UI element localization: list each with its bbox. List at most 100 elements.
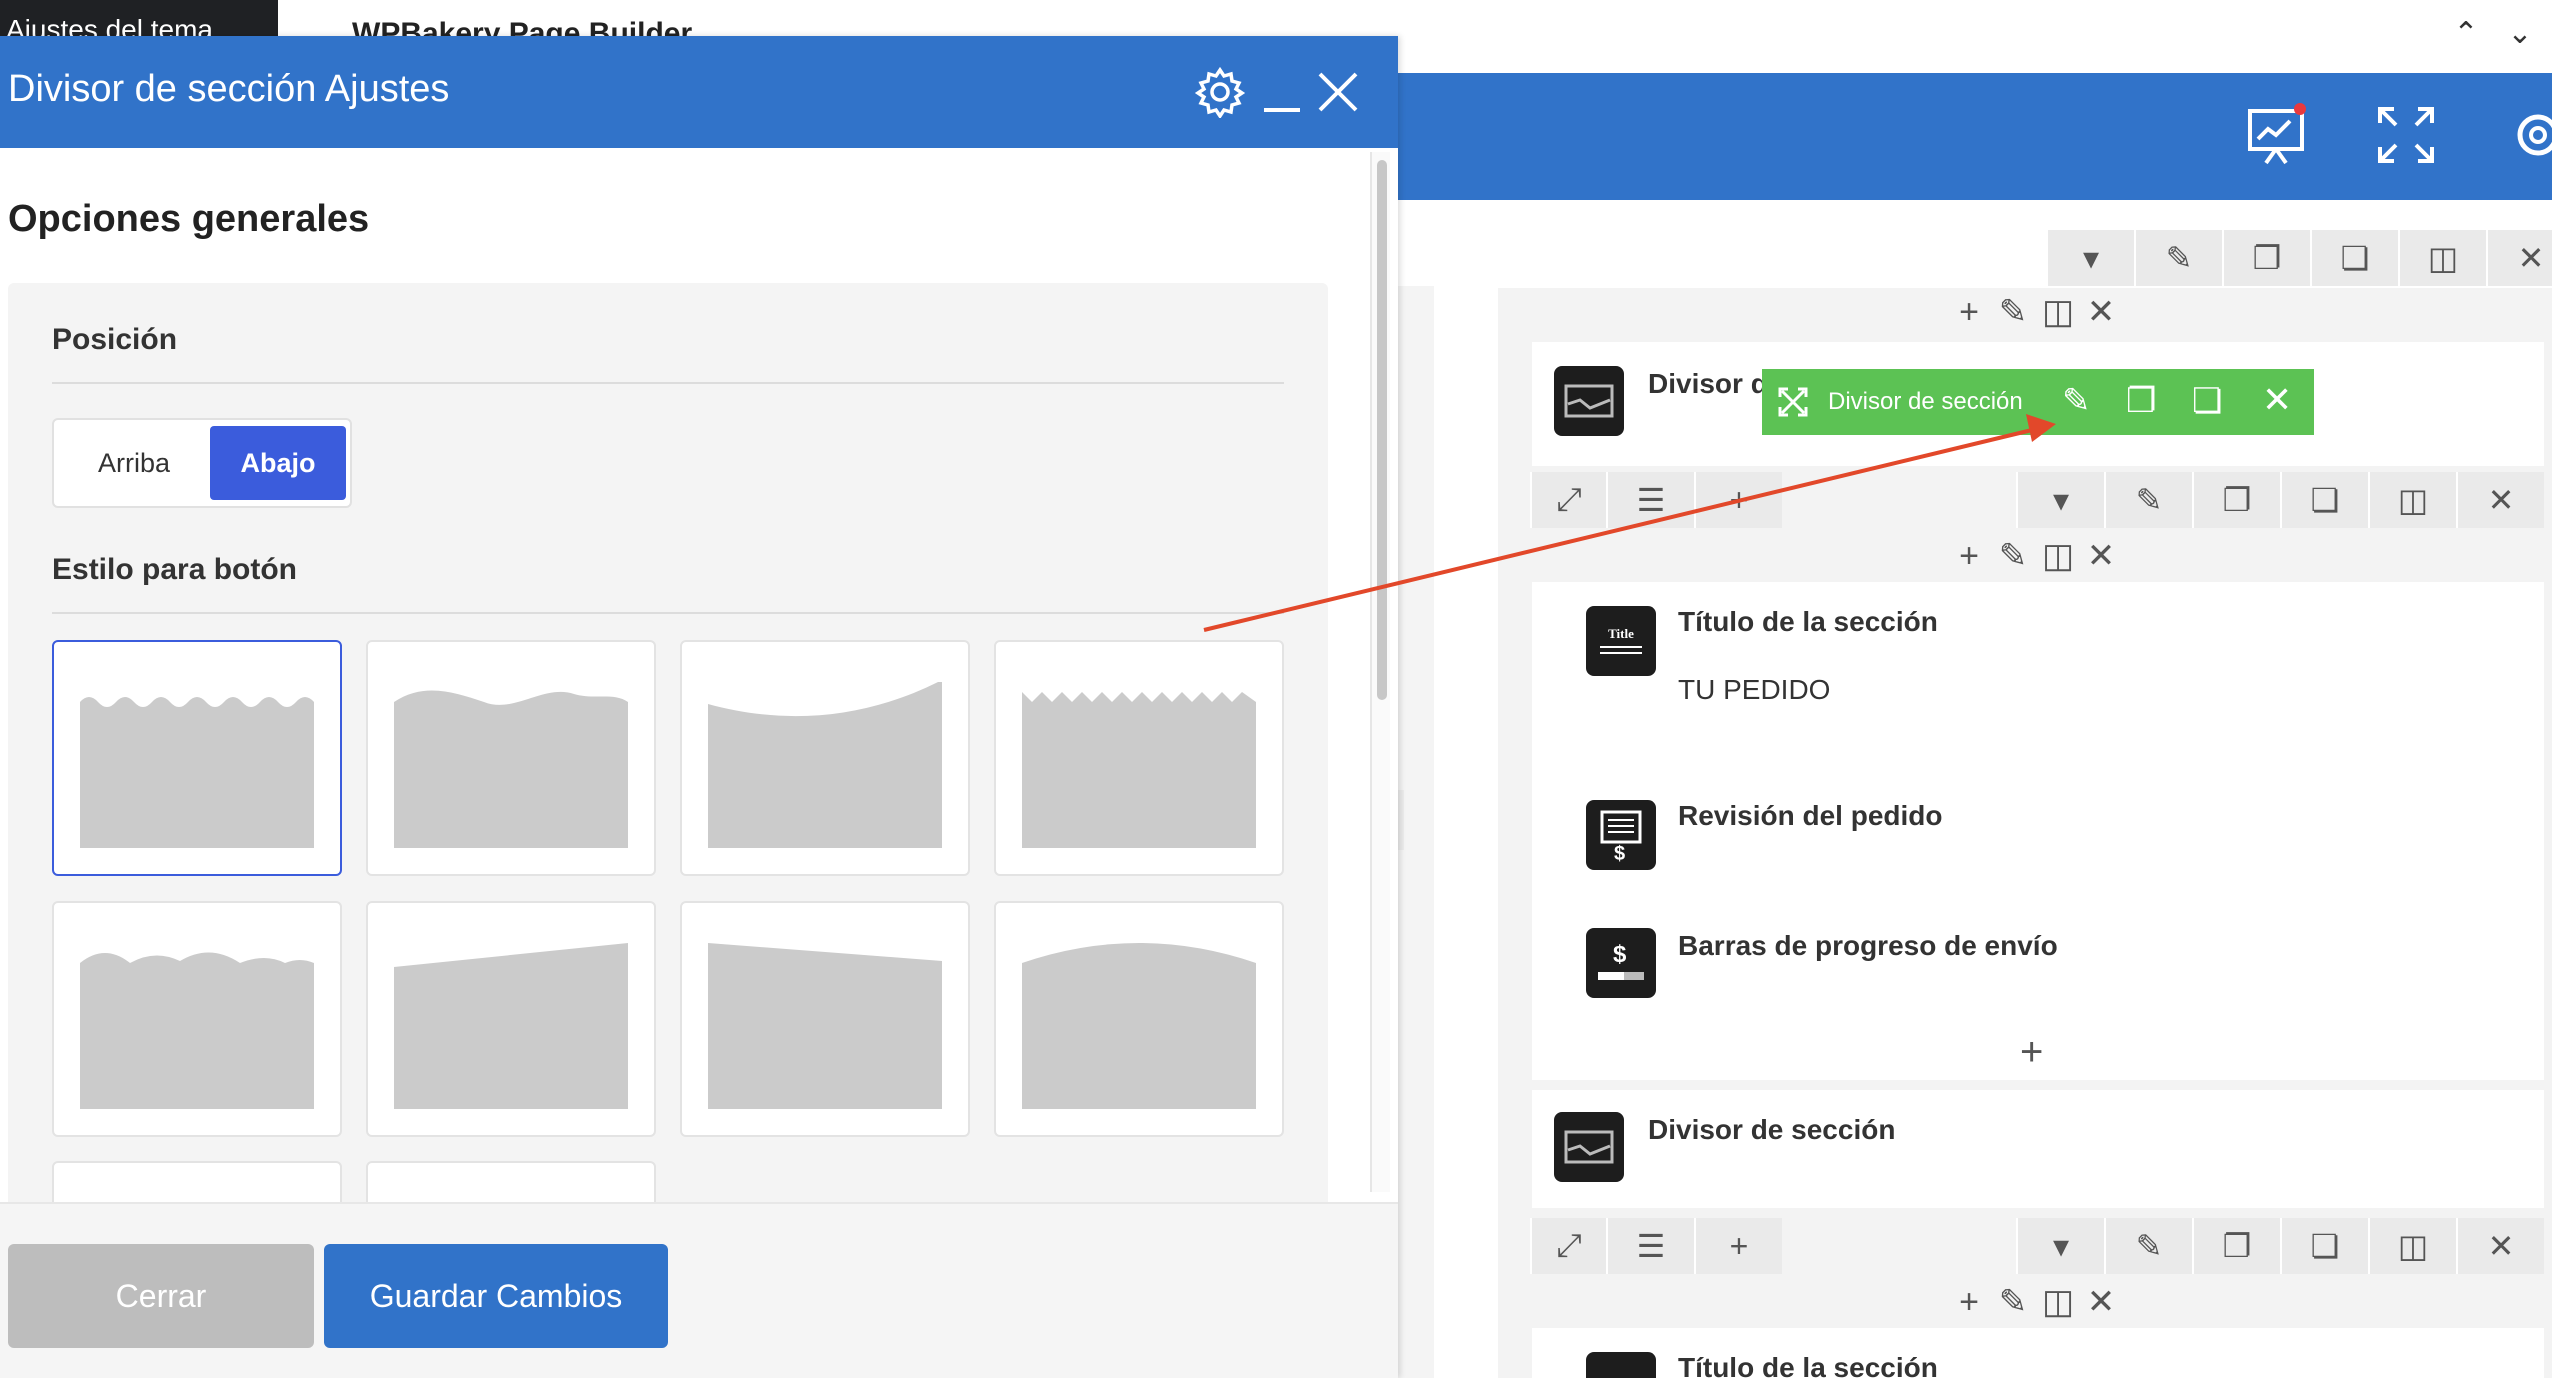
drag-lines-icon[interactable]: ☰ — [1606, 472, 1694, 528]
move-icon[interactable] — [1778, 387, 1808, 417]
pencil-icon[interactable]: ✎ — [1998, 1282, 2028, 1322]
svg-text:$: $ — [1613, 941, 1627, 968]
shipping-progress-label[interactable]: Barras de progreso de envío — [1678, 930, 2058, 962]
element-controls-label: Divisor de sección — [1828, 388, 2023, 415]
builder-title: WPBakery Page Builder — [352, 17, 693, 36]
presentation-icon[interactable] — [2244, 103, 2308, 167]
divider-style-waves-small[interactable] — [52, 640, 342, 876]
section-title-text: TU PEDIDO — [1678, 674, 1831, 705]
divider-style-slope-down[interactable] — [680, 901, 970, 1137]
panel-footer: Cerrar Guardar Cambios — [0, 1202, 1398, 1378]
row-toolbar-right: ▾ ✎ ❐ ❏ ◫ ✕ — [2016, 1218, 2544, 1274]
zigzag-shape-icon — [1022, 692, 1256, 848]
pencil-icon[interactable]: ✎ — [2062, 381, 2091, 421]
duplicate-icon[interactable]: ❏ — [2192, 381, 2222, 421]
minimize-icon[interactable] — [1256, 66, 1308, 118]
close-icon[interactable]: ✕ — [2262, 379, 2292, 421]
copy-icon[interactable]: ❐ — [2192, 472, 2280, 528]
copy-icon[interactable]: ❐ — [2192, 1218, 2280, 1274]
close-icon[interactable]: ✕ — [2456, 1218, 2544, 1274]
arch-shape-icon — [1022, 943, 1256, 1109]
divider-element-icon — [1554, 366, 1624, 436]
slope-up-shape-icon — [394, 943, 628, 1109]
row-toolbar-left: ⤢ ☰ + — [1530, 1218, 1782, 1274]
shipping-progress-icon: $ — [1586, 928, 1656, 998]
element-divider-bottom[interactable] — [1532, 1090, 2544, 1208]
close-icon[interactable]: ✕ — [2486, 230, 2552, 286]
divider-style-slope-up[interactable] — [366, 901, 656, 1137]
position-option-top[interactable]: Arriba — [60, 426, 208, 500]
clipboard-icon[interactable]: ◫ — [2398, 230, 2486, 286]
position-option-bottom[interactable]: Abajo — [210, 426, 346, 500]
close-button[interactable]: Cerrar — [8, 1244, 314, 1348]
move-icon[interactable]: ⤢ — [1530, 472, 1606, 528]
chevron-down-icon[interactable]: ⌄ — [2500, 18, 2540, 50]
section-title-label[interactable]: Título de la sección — [1678, 606, 1938, 638]
divider-style-clouds[interactable] — [52, 901, 342, 1137]
close-icon[interactable] — [1312, 66, 1364, 118]
close-icon[interactable]: ✕ — [2086, 536, 2116, 576]
admin-theme-tab[interactable]: Ajustes del tema — [0, 0, 278, 36]
scrollbar-thumb[interactable] — [1377, 160, 1387, 700]
panel-body: Opciones generales Posición Arriba Abajo… — [0, 148, 1398, 1202]
position-toggle: Arriba Abajo — [52, 418, 352, 508]
pencil-icon[interactable]: ✎ — [1998, 536, 2028, 576]
clouds-shape-icon — [80, 952, 314, 1109]
close-icon[interactable]: ✕ — [2086, 1282, 2116, 1322]
panel-header: Divisor de sección Ajustes — [0, 36, 1398, 148]
chevron-up-icon[interactable]: ⌃ — [2446, 18, 2486, 50]
close-icon[interactable]: ✕ — [2456, 472, 2544, 528]
divider-style-curve-rise[interactable] — [680, 640, 970, 876]
plus-icon[interactable]: + — [1694, 472, 1782, 528]
caret-down-icon[interactable]: ▾ — [2046, 230, 2134, 286]
fullscreen-icon[interactable] — [2374, 103, 2438, 167]
element-controls-bar: Divisor de sección ✎ ❐ ❏ ✕ — [1762, 369, 2314, 435]
plus-icon[interactable]: + — [1954, 293, 1984, 332]
duplicate-icon[interactable]: ❏ — [2310, 230, 2398, 286]
panel-scrollbar[interactable] — [1370, 152, 1390, 1192]
column-mini-toolbar: + ✎ ◫ ✕ — [1954, 536, 2116, 576]
plus-icon[interactable]: + — [1694, 1218, 1782, 1274]
clipboard-icon[interactable]: ◫ — [2368, 472, 2456, 528]
divider-style-arch[interactable] — [994, 901, 1284, 1137]
pencil-icon[interactable]: ✎ — [2104, 472, 2192, 528]
pencil-icon[interactable]: ✎ — [1998, 292, 2028, 332]
pencil-icon[interactable]: ✎ — [2134, 230, 2222, 286]
drag-lines-icon[interactable]: ☰ — [1606, 1218, 1694, 1274]
caret-down-icon[interactable]: ▾ — [2016, 1218, 2104, 1274]
divider-style-more[interactable] — [52, 1161, 342, 1202]
add-element-plus-icon[interactable]: + — [2020, 1030, 2043, 1075]
pencil-icon[interactable]: ✎ — [2104, 1218, 2192, 1274]
order-review-icon: $ — [1586, 800, 1656, 870]
clipboard-icon[interactable]: ◫ — [2042, 1282, 2074, 1322]
gear-icon[interactable] — [2506, 103, 2552, 167]
column-mini-toolbar: + ✎ ◫ ✕ — [1954, 292, 2116, 332]
order-review-label[interactable]: Revisión del pedido — [1678, 800, 1942, 832]
element-label: Divisor d — [1648, 368, 1768, 399]
divider-style-more[interactable] — [366, 1161, 656, 1202]
clipboard-icon[interactable]: ◫ — [2042, 292, 2074, 332]
duplicate-icon[interactable]: ❏ — [2280, 1218, 2368, 1274]
copy-icon[interactable]: ❐ — [2222, 230, 2310, 286]
caret-down-icon[interactable]: ▾ — [2016, 472, 2104, 528]
gear-icon[interactable] — [1194, 66, 1246, 118]
clipboard-icon[interactable]: ◫ — [2042, 536, 2074, 576]
wave-soft-shape-icon — [394, 690, 628, 848]
plus-icon[interactable]: + — [1954, 1283, 1984, 1322]
plus-icon[interactable]: + — [1954, 537, 1984, 576]
clipboard-icon[interactable]: ◫ — [2368, 1218, 2456, 1274]
close-icon[interactable]: ✕ — [2086, 292, 2116, 332]
divider-element-icon — [1554, 1112, 1624, 1182]
section-title-bottom-label[interactable]: Título de la sección — [1678, 1352, 1938, 1378]
divider-style-wave-soft[interactable] — [366, 640, 656, 876]
duplicate-icon[interactable]: ❏ — [2280, 472, 2368, 528]
divider-style-zigzag[interactable] — [994, 640, 1284, 876]
divider-rule — [52, 612, 1284, 614]
row-toolbar-left: ⤢ ☰ + — [1530, 472, 1782, 528]
copy-icon[interactable]: ❐ — [2126, 381, 2156, 421]
admin-theme-tab-label: Ajustes del tema — [6, 14, 213, 36]
save-changes-button[interactable]: Guardar Cambios — [324, 1244, 668, 1348]
title-element-icon — [1586, 1352, 1656, 1378]
row-toolbar: ▾ ✎ ❐ ❏ ◫ ✕ — [2046, 230, 2552, 286]
move-icon[interactable]: ⤢ — [1530, 1218, 1606, 1274]
